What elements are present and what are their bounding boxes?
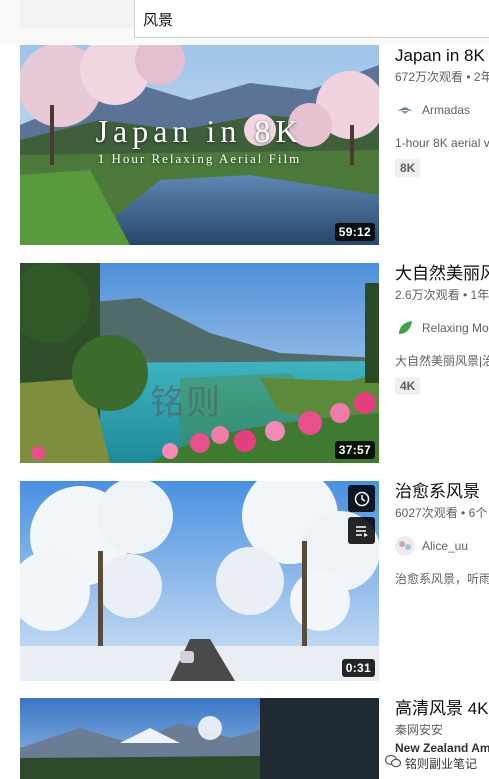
watermark-text: 铭则副业笔记: [404, 757, 477, 771]
duration-badge: 37:57: [334, 441, 375, 459]
leaf-logo-icon[interactable]: [395, 318, 415, 338]
video-thumbnail[interactable]: Japan in 8K 1 Hour Relaxing Aerial Film …: [20, 45, 379, 245]
watermark-overlay: 铭则: [150, 383, 222, 423]
thumbnail-title-text: Japan in 8K: [95, 113, 304, 149]
channel-name[interactable]: Armadas: [422, 103, 470, 117]
video-info: 大自然美丽风 2.6万次观看 • 1年 Relaxing Mo 大自然美丽风景|…: [395, 263, 489, 395]
duration-badge: 0:31: [341, 659, 375, 677]
thumbnail-subtitle-text: 1 Hour Relaxing Aerial Film: [97, 151, 302, 166]
video-meta: 672万次观看 • 2年: [395, 70, 489, 84]
video-thumbnail[interactable]: 0:31: [20, 481, 379, 681]
video-meta: 6027次观看 • 6个: [395, 506, 488, 520]
channel-row[interactable]: Alice_uu: [395, 535, 489, 557]
video-description: 治愈系风景，听雨: [395, 572, 489, 586]
video-result-3[interactable]: 0:31 治愈系风景 6027次观看 • 6个 Alice_uu 治愈系风景，听…: [0, 481, 489, 686]
video-info: 治愈系风景 6027次观看 • 6个 Alice_uu 治愈系风景，听雨: [395, 481, 489, 587]
video-title[interactable]: 高清风景 4K: [395, 698, 489, 720]
bottom-watermark: 铭则副业笔记: [384, 754, 477, 773]
video-result-1[interactable]: Japan in 8K 1 Hour Relaxing Aerial Film …: [0, 45, 489, 250]
video-title[interactable]: 大自然美丽风: [395, 263, 489, 285]
top-left-area: [20, 0, 134, 28]
quality-badge: 4K: [395, 377, 421, 395]
video-title[interactable]: Japan in 8K: [395, 45, 489, 67]
video-thumbnail[interactable]: [20, 698, 379, 779]
video-meta: 2.6万次观看 • 1年: [395, 288, 489, 302]
search-input[interactable]: 风景: [134, 0, 489, 38]
video-title[interactable]: 治愈系风景: [395, 481, 489, 503]
top-bar: 风景: [0, 0, 489, 44]
quality-badge: 8K: [395, 159, 421, 177]
queue-icon: [355, 525, 368, 537]
armadas-logo-icon[interactable]: [395, 100, 415, 120]
watch-later-button[interactable]: [348, 485, 375, 512]
duration-badge: 59:12: [334, 223, 375, 241]
alice-avatar-icon[interactable]: [395, 536, 415, 556]
add-to-queue-button[interactable]: [348, 517, 375, 544]
video-info: Japan in 8K 672万次观看 • 2年 Armadas 1-hour …: [395, 45, 489, 177]
video-result-2[interactable]: 铭则 37:57 大自然美丽风 2.6万次观看 • 1年 Relaxing Mo…: [0, 263, 489, 468]
channel-name[interactable]: Alice_uu: [422, 539, 468, 553]
channel-row[interactable]: Armadas: [395, 99, 489, 121]
clock-icon: [354, 491, 369, 506]
channel-row[interactable]: Relaxing Mo: [395, 317, 489, 339]
video-thumbnail[interactable]: 铭则 37:57: [20, 263, 379, 463]
video-description: 1-hour 8K aerial v: [395, 136, 489, 150]
wechat-icon: [384, 754, 402, 773]
video-meta: 秦网安安: [395, 723, 444, 737]
search-query: 风景: [143, 12, 174, 29]
video-description: 大自然美丽风景|治: [395, 354, 489, 368]
video-info: 高清风景 4K 秦网安安 New Zealand Am: [395, 698, 489, 756]
channel-name[interactable]: Relaxing Mo: [422, 321, 489, 335]
